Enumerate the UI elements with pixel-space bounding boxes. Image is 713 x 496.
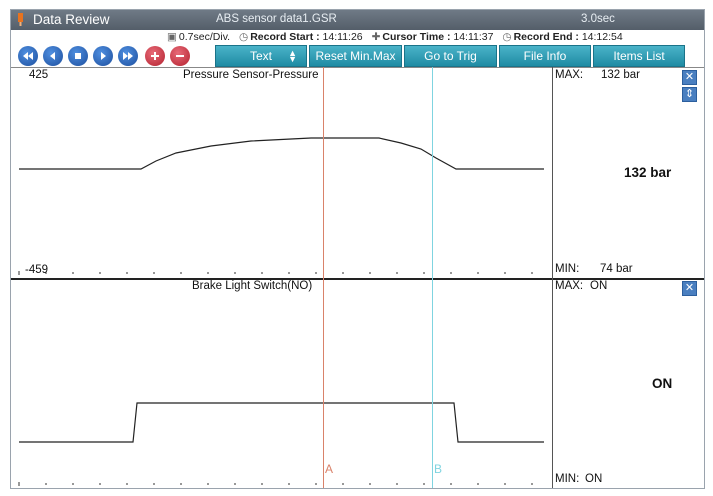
close-channel-1-button[interactable]: ✕: [682, 70, 697, 85]
brake-min-value: ON: [585, 473, 603, 485]
brake-switch-waveform: [19, 402, 544, 443]
waveform-plot[interactable]: [11, 10, 704, 488]
close-channel-2-button[interactable]: ✕: [682, 281, 697, 296]
pressure-axis-bottom: -459: [25, 264, 49, 276]
brake-channel-name: Brake Light Switch(NO): [192, 280, 313, 292]
pressure-current-value: 132 bar: [624, 165, 672, 180]
data-review-window: Data Review ABS sensor data1.GSR 3.0sec …: [10, 9, 705, 489]
pressure-min-value: 74 bar: [600, 263, 633, 275]
cursor-b-line[interactable]: [432, 67, 433, 488]
pressure-waveform: [19, 137, 544, 170]
expand-channel-1-button[interactable]: ⇕: [682, 87, 697, 102]
brake-current-value: ON: [652, 376, 673, 391]
brake-max-label: MAX:: [555, 280, 584, 292]
pressure-axis-top: 425: [29, 69, 49, 81]
pressure-max-value: 132 bar: [601, 69, 641, 81]
value-panel-divider: [552, 67, 553, 488]
cursor-a-line[interactable]: [323, 67, 324, 488]
time-axis-ticks-bottom: [18, 482, 533, 486]
pressure-channel-name: Pressure Sensor-Pressure: [183, 69, 319, 81]
cursor-b-label: B: [434, 462, 443, 476]
cursor-a-label: A: [325, 462, 334, 476]
time-axis-ticks-top: [18, 271, 533, 275]
brake-max-value: ON: [590, 280, 608, 292]
pressure-min-label: MIN:: [555, 263, 580, 275]
pressure-max-label: MAX:: [555, 69, 584, 81]
brake-min-label: MIN:: [555, 473, 580, 485]
